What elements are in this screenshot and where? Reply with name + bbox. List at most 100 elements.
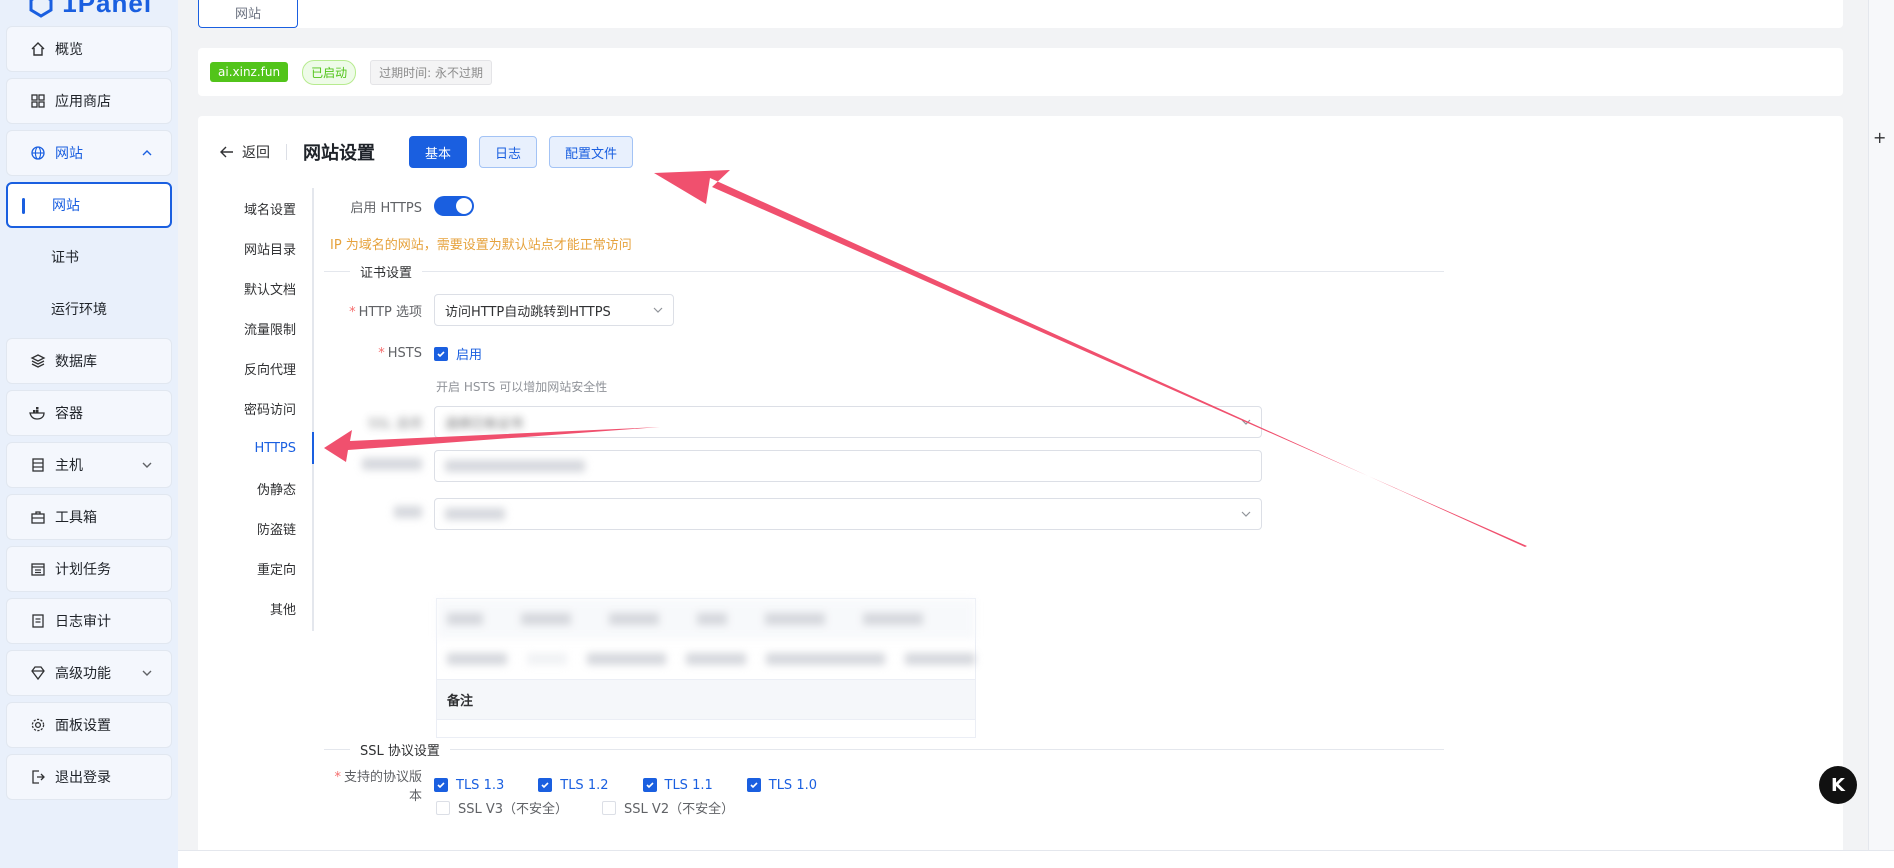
toolbox-icon [29, 508, 47, 526]
subnav-password-access[interactable]: 密码访问 [212, 388, 312, 428]
hsts-checkbox[interactable] [434, 346, 448, 361]
sidebar-item-cron[interactable]: 计划任务 [6, 546, 172, 592]
ip-warning-text: IP 为域名的网站，需要设置为默认站点才能正常访问 [330, 238, 632, 253]
tab-basic[interactable]: 基本 [409, 136, 468, 168]
redacted-field[interactable] [434, 450, 1262, 482]
sidebar-item-label: 网站 [55, 146, 83, 162]
hsts-checkbox-label: 启用 [456, 348, 483, 363]
subnav-https[interactable]: HTTPS [212, 428, 314, 468]
tls13-label: TLS 1.3 [456, 777, 505, 793]
floating-help-button[interactable]: K [1819, 766, 1857, 804]
tab-website[interactable]: 网站 [198, 0, 298, 28]
sidebar-item-label: 日志审计 [55, 614, 111, 630]
hsts-hint-row: 开启 HSTS 可以增加网站安全性 [436, 378, 607, 395]
subnav-other[interactable]: 其他 [212, 588, 312, 628]
sidebar-item-runtime[interactable]: 运行环境 [6, 286, 172, 332]
http-option-select[interactable]: 访问HTTP自动跳转到HTTPS [434, 294, 674, 326]
sidebar-item-panel-settings[interactable]: 面板设置 [6, 702, 172, 748]
warning-row: IP 为域名的网站，需要设置为默认站点才能正常访问 [330, 234, 632, 253]
back-button[interactable]: 返回 [220, 142, 270, 162]
tab-config-file[interactable]: 配置文件 [549, 136, 634, 168]
tls10-checkbox[interactable] [746, 778, 761, 792]
ssl-option-select[interactable]: 选择已有证书 [434, 406, 1262, 438]
tls13-checkbox[interactable] [434, 778, 448, 792]
sidebar-menu: 概览 应用商店 网站 网站 证书 运行环境 数据库 容器 主机 工具箱 计划任务… [6, 26, 172, 806]
chevron-up-icon [142, 150, 152, 156]
sidebar-item-advanced[interactable]: 高级功能 [6, 650, 172, 696]
sidebar-item-overview[interactable]: 概览 [6, 26, 172, 72]
brand-name: 1Panel [62, 0, 153, 18]
tab-log[interactable]: 日志 [479, 136, 538, 168]
sidebar-item-container[interactable]: 容器 [6, 390, 172, 436]
subnav-site-dir[interactable]: 网站目录 [212, 228, 312, 268]
diamond-icon [29, 664, 47, 682]
server-icon [29, 456, 47, 474]
cert-section-divider: 证书设置 [324, 262, 1444, 281]
check-icon [541, 782, 549, 789]
sidebar-item-label: 应用商店 [55, 94, 111, 110]
sidebar-item-website[interactable]: 网站 [6, 130, 172, 176]
tls11-checkbox[interactable] [642, 778, 657, 792]
sidebar-item-database[interactable]: 数据库 [6, 338, 172, 384]
sidebar: 1Panel 概览 应用商店 网站 网站 证书 运行环境 数据库 容器 主机 工… [0, 0, 178, 868]
sidebar-item-label: 运行环境 [51, 302, 107, 318]
website-info-bar: ai.xinz.fun 已启动 过期时间: 永不过期 [198, 48, 1843, 96]
subnav-rate-limit[interactable]: 流量限制 [212, 308, 312, 348]
check-icon [645, 782, 654, 789]
plus-icon[interactable]: + [1873, 128, 1886, 147]
subnav-rewrite[interactable]: 伪静态 [212, 468, 312, 508]
sidebar-item-label: 计划任务 [55, 562, 111, 578]
sidebar-item-host[interactable]: 主机 [6, 442, 172, 488]
subnav-redirect[interactable]: 重定向 [212, 548, 312, 588]
cert-table-header [437, 599, 975, 639]
home-icon [29, 40, 47, 58]
tls12-checkbox[interactable] [538, 778, 553, 792]
bottom-bar [178, 850, 1894, 868]
redacted-select[interactable] [434, 498, 1262, 530]
sidebar-item-label: 证书 [51, 250, 79, 266]
gear-icon [29, 716, 47, 734]
sidebar-item-website-list[interactable]: 网站 [6, 182, 172, 228]
expire-badge: 过期时间: 永不过期 [370, 59, 492, 85]
arrow-left-icon [220, 146, 233, 158]
layers-icon [29, 352, 47, 370]
protocols-label: * 支持的协议版本 [334, 770, 422, 804]
sidebar-item-label: 工具箱 [55, 510, 97, 526]
enable-https-row: 启用 HTTPS [324, 196, 474, 216]
sidebar-item-label: 高级功能 [55, 666, 111, 682]
sidebar-item-label: 退出登录 [55, 770, 111, 786]
ssl-option-row: SSL 选项 选择已有证书 [324, 406, 1262, 438]
log-icon [29, 612, 47, 630]
subnav-domain[interactable]: 域名设置 [212, 188, 312, 228]
tls10-label: TLS 1.0 [768, 777, 817, 793]
http-option-label: * HTTP 选项 [349, 304, 422, 320]
sidebar-item-logout[interactable]: 退出登录 [6, 754, 172, 800]
settings-header: 返回 网站设置 基本 日志 配置文件 [220, 136, 645, 168]
sidebar-item-certificate[interactable]: 证书 [6, 234, 172, 280]
subnav-default-doc[interactable]: 默认文档 [212, 268, 312, 308]
subnav-anti-leech[interactable]: 防盗链 [212, 508, 312, 548]
redacted-value [445, 460, 585, 472]
cert-section-title: 证书设置 [360, 266, 413, 281]
sidebar-item-app-store[interactable]: 应用商店 [6, 78, 172, 124]
redacted-select-row [324, 498, 1262, 530]
chevron-down-icon [142, 670, 152, 676]
cert-note-cell [437, 719, 975, 737]
sidebar-item-log-audit[interactable]: 日志审计 [6, 598, 172, 644]
sidebar-item-label: 容器 [55, 406, 83, 422]
check-icon [750, 782, 758, 789]
settings-subnav: 域名设置 网站目录 默认文档 流量限制 反向代理 密码访问 HTTPS 伪静态 … [212, 188, 314, 631]
sidebar-item-toolbox[interactable]: 工具箱 [6, 494, 172, 540]
sslv3-checkbox[interactable] [436, 800, 450, 815]
cert-info-table: 备注 [436, 598, 976, 738]
cert-note-header: 备注 [437, 679, 975, 719]
subnav-reverse-proxy[interactable]: 反向代理 [212, 348, 312, 388]
enable-https-switch[interactable] [434, 196, 474, 216]
right-scroll-strip: + [1868, 0, 1894, 868]
hsts-row: * HSTS 启用 [324, 344, 482, 363]
brand-logo[interactable]: 1Panel [28, 0, 152, 19]
globe-icon [29, 144, 47, 162]
calendar-icon [29, 560, 47, 578]
sslv2-checkbox[interactable] [602, 800, 617, 815]
domain-badge[interactable]: ai.xinz.fun [210, 62, 289, 82]
